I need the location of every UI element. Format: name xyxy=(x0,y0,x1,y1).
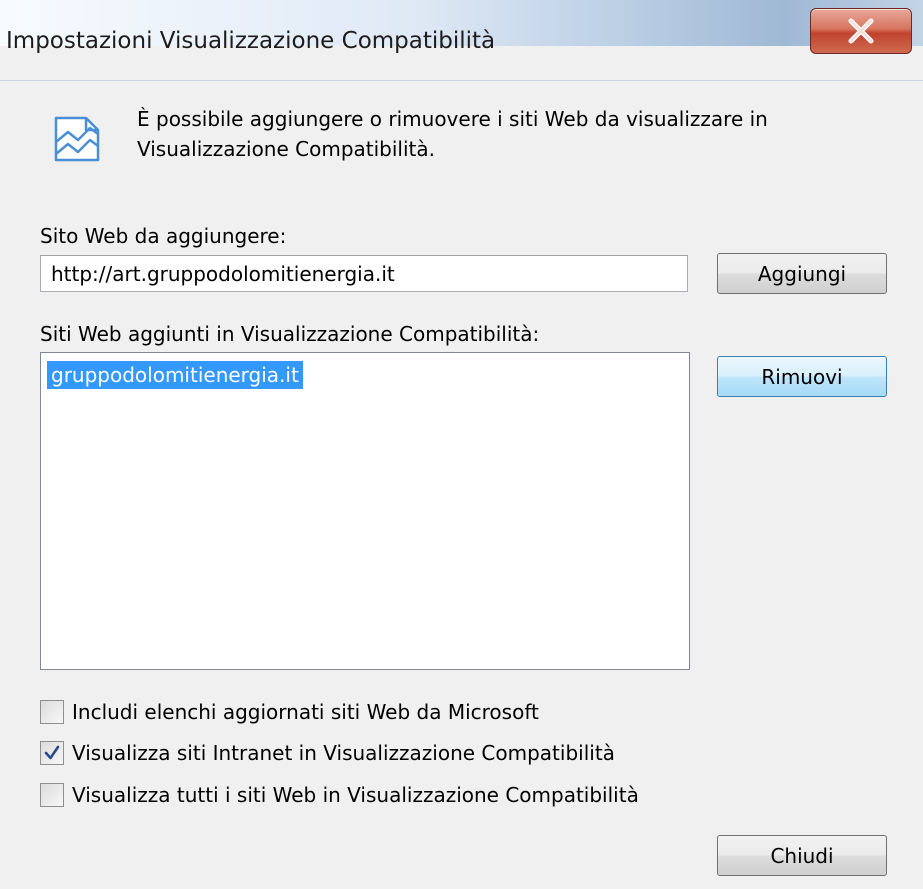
checkbox[interactable] xyxy=(40,741,64,765)
info-description: È possibile aggiungere o rimuovere i sit… xyxy=(137,107,768,161)
checkbox-label: Visualizza siti Intranet in Visualizzazi… xyxy=(72,741,615,765)
compatibility-view-icon xyxy=(54,116,100,162)
checkbox-label: Visualizza tutti i siti Web in Visualizz… xyxy=(72,783,639,807)
checkmark-icon xyxy=(44,745,60,760)
option-include-microsoft-lists[interactable]: Includi elenchi aggiornati siti Web da M… xyxy=(40,697,539,727)
remove-button[interactable]: Rimuovi xyxy=(717,356,887,397)
checkbox[interactable] xyxy=(40,700,64,724)
website-url-input[interactable] xyxy=(40,255,688,292)
add-button[interactable]: Aggiungi xyxy=(717,253,887,294)
option-all-sites[interactable]: Visualizza tutti i siti Web in Visualizz… xyxy=(40,780,639,810)
checkbox-label: Includi elenchi aggiornati siti Web da M… xyxy=(72,700,539,724)
close-button[interactable]: Chiudi xyxy=(717,835,887,876)
added-sites-label: Siti Web aggiunti in Visualizzazione Com… xyxy=(40,322,540,346)
close-icon xyxy=(848,18,874,44)
window-title: Impostazioni Visualizzazione Compatibili… xyxy=(6,28,496,54)
list-item[interactable]: gruppodolomitienergia.it xyxy=(47,361,303,389)
option-intranet-sites[interactable]: Visualizza siti Intranet in Visualizzazi… xyxy=(40,738,615,768)
add-site-label: Sito Web da aggiungere: xyxy=(40,224,287,248)
compatibility-settings-dialog: Impostazioni Visualizzazione Compatibili… xyxy=(0,0,923,889)
checkbox[interactable] xyxy=(40,783,64,807)
added-sites-list[interactable]: gruppodolomitienergia.it xyxy=(40,352,690,670)
title-bar: Impostazioni Visualizzazione Compatibili… xyxy=(0,0,923,81)
window-close-button[interactable] xyxy=(810,8,912,54)
